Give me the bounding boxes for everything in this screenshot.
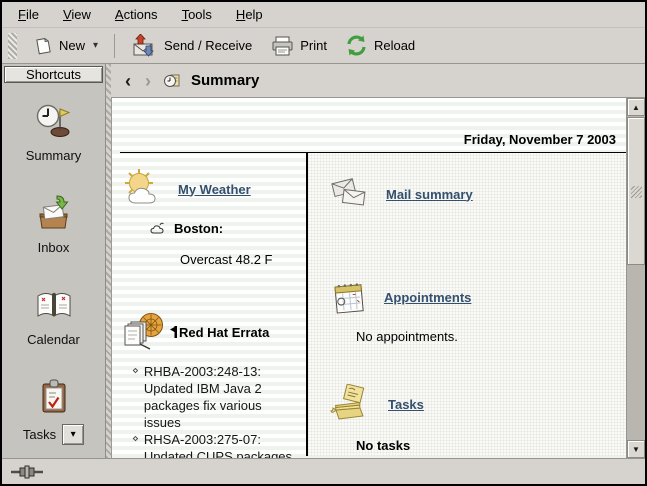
vertical-scrollbar[interactable]: ▲ ▼ — [626, 98, 645, 458]
scroll-up-button[interactable]: ▲ — [627, 98, 645, 116]
toolbar: New ▾ Send / Receive — [2, 28, 645, 64]
send-receive-label: Send / Receive — [164, 38, 252, 53]
errata-list: ⋄ RHBA-2003:248-13: Updated IBM Java 2 p… — [132, 363, 298, 458]
main-pane: ‹ › Summary Friday, November 7 2 — [111, 64, 645, 458]
new-button-label: New — [59, 38, 85, 53]
sidebar-item-calendar[interactable]: Calendar — [2, 285, 105, 377]
weather-conditions: Overcast 48.2 F — [180, 252, 306, 267]
scrollbar-thumb-grip-icon — [631, 186, 642, 198]
sidebar-tasks-row: Tasks ▾ — [23, 424, 84, 445]
inbox-icon — [34, 193, 74, 233]
shortcuts-group-label: Shortcuts — [26, 67, 81, 82]
back-button[interactable]: ‹ — [123, 72, 133, 90]
cloud-icon — [150, 222, 167, 235]
tasks-section: Tasks — [328, 384, 626, 424]
send-receive-icon — [131, 34, 158, 57]
summary-date: Friday, November 7 2003 — [112, 98, 626, 152]
sidebar-item-label: Inbox — [38, 240, 70, 255]
mail-summary-icon — [328, 175, 372, 213]
print-icon — [270, 35, 294, 56]
sidebar-item-inbox[interactable]: Inbox — [2, 193, 105, 285]
appointments-section: Appointments — [328, 277, 626, 317]
sidebar-item-tasks-label[interactable]: Tasks — [23, 427, 56, 442]
folder-header-bar: ‹ › Summary — [111, 64, 645, 98]
new-dropdown-caret-icon: ▾ — [93, 40, 98, 51]
sidebar-item-tasks: Tasks ▾ — [2, 377, 105, 469]
shortcuts-group-button[interactable]: Shortcuts — [4, 66, 103, 83]
menu-help[interactable]: Help — [228, 3, 275, 26]
errata-icon — [120, 311, 166, 353]
mail-summary-link[interactable]: Mail summary — [386, 187, 473, 202]
body: Shortcuts Summary — [2, 64, 645, 458]
menu-view[interactable]: View — [55, 3, 103, 26]
appointments-icon — [328, 277, 370, 317]
mail-summary-section: Mail summary — [328, 175, 626, 213]
calendar-icon — [34, 285, 74, 325]
tasks-status: No tasks — [356, 438, 626, 453]
print-button[interactable]: Print — [262, 32, 335, 59]
summary-view: Friday, November 7 2003 — [111, 98, 645, 458]
send-receive-button[interactable]: Send / Receive — [123, 31, 260, 60]
chevron-down-icon: ▾ — [71, 429, 76, 440]
errata-item[interactable]: ⋄ RHSA-2003:275-07: Updated CUPS package… — [132, 431, 298, 458]
forward-button[interactable]: › — [143, 72, 153, 90]
tasks-icon — [34, 377, 74, 417]
online-status-plug-icon[interactable] — [11, 465, 47, 479]
errata-title-row: Red Hat Errata — [170, 325, 269, 340]
reload-icon — [345, 35, 368, 56]
print-label: Print — [300, 38, 327, 53]
toolbar-separator — [114, 34, 115, 58]
summary-left-column: My Weather Boston: — [112, 153, 306, 456]
evolution-window: File View Actions Tools Help New ▾ — [0, 0, 647, 486]
my-weather-link[interactable]: My Weather — [178, 182, 251, 197]
sidebar-item-label: Calendar — [27, 332, 80, 347]
tasks-link[interactable]: Tasks — [388, 397, 424, 412]
bullet-icon: ⋄ — [132, 431, 139, 458]
appointments-status: No appointments. — [356, 329, 626, 344]
reload-label: Reload — [374, 38, 415, 53]
new-button[interactable]: New ▾ — [25, 33, 106, 59]
status-bar — [2, 458, 645, 484]
reload-button[interactable]: Reload — [337, 32, 423, 59]
bullet-icon: ⋄ — [132, 363, 139, 431]
errata-marker-icon — [170, 326, 178, 338]
errata-item-text: RHBA-2003:248-13: Updated IBM Java 2 pac… — [144, 363, 298, 431]
weather-location-row: Boston: — [150, 221, 306, 236]
weather-icon — [120, 167, 168, 211]
scroll-down-button[interactable]: ▼ — [627, 440, 645, 458]
shortcut-group-dropdown-button[interactable]: ▾ — [62, 424, 84, 445]
summary-right-column: Mail summary — [308, 153, 626, 456]
new-document-icon — [33, 36, 53, 56]
arrow-up-icon: ▲ — [632, 103, 640, 112]
menu-file[interactable]: File — [10, 3, 51, 26]
weather-section: My Weather — [120, 167, 306, 211]
menu-bar: File View Actions Tools Help — [2, 2, 645, 28]
sidebar-item-label: Summary — [26, 148, 82, 163]
arrow-down-icon: ▼ — [632, 445, 640, 454]
summary-icon — [34, 101, 74, 141]
summary-folder-icon — [163, 72, 181, 90]
errata-item-text: RHSA-2003:275-07: Updated CUPS packages … — [144, 431, 298, 458]
tasks-notes-icon — [328, 384, 374, 424]
menu-tools[interactable]: Tools — [174, 3, 224, 26]
appointments-link[interactable]: Appointments — [384, 290, 471, 305]
page-title: Summary — [191, 72, 259, 89]
shortcut-list: Summary Inbox — [2, 85, 105, 469]
errata-title: Red Hat Errata — [179, 325, 269, 340]
errata-section: Red Hat Errata — [120, 311, 306, 353]
toolbar-grip[interactable] — [8, 33, 17, 59]
menu-actions[interactable]: Actions — [107, 3, 170, 26]
weather-location: Boston: — [174, 221, 223, 236]
shortcut-sidebar: Shortcuts Summary — [2, 64, 106, 458]
scrollbar-thumb[interactable] — [627, 117, 645, 265]
sidebar-item-summary[interactable]: Summary — [2, 101, 105, 193]
summary-content: Friday, November 7 2003 — [112, 98, 626, 458]
errata-item[interactable]: ⋄ RHBA-2003:248-13: Updated IBM Java 2 p… — [132, 363, 298, 431]
